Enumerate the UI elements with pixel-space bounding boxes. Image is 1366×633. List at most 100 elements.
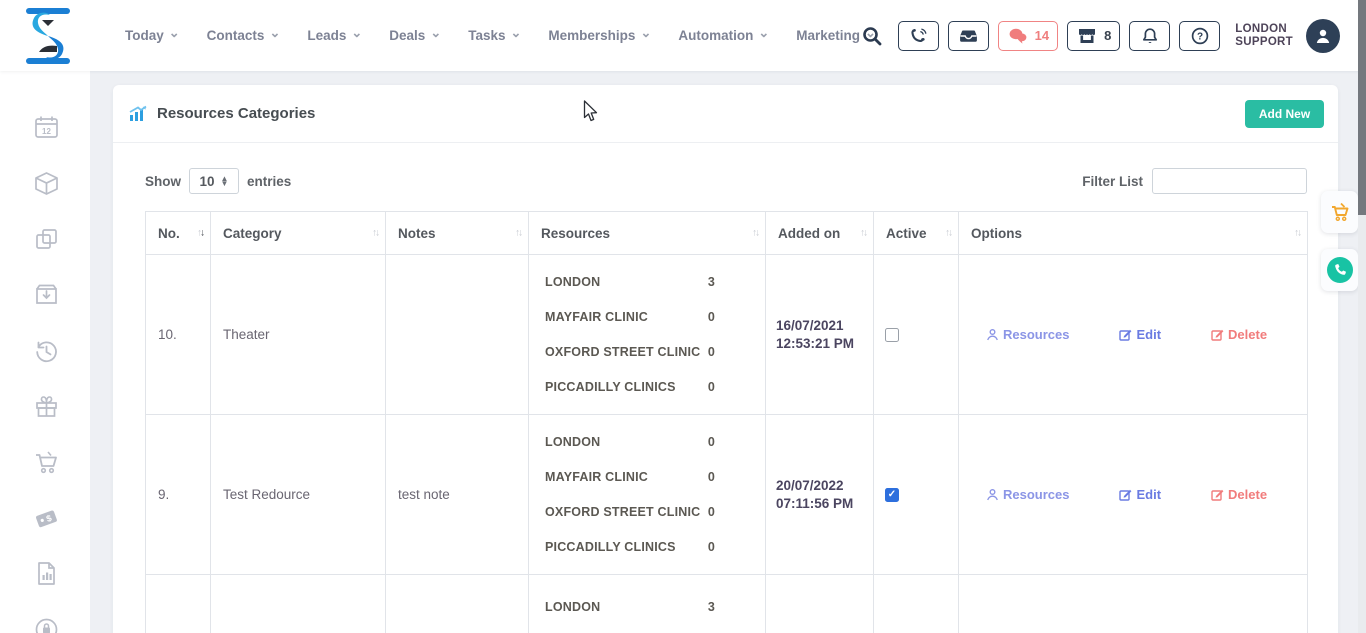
active-checkbox[interactable]	[885, 328, 899, 342]
person-icon	[986, 488, 999, 501]
user-avatar[interactable]	[1306, 19, 1340, 53]
resource-line: OXFORD STREET CLINIC0	[545, 495, 715, 530]
spinner-icon: ▲▼	[221, 176, 229, 186]
chevron-down-icon: ⌄	[430, 29, 441, 37]
resource-line: LONDON3	[545, 265, 715, 300]
edit-link[interactable]: Edit	[1119, 327, 1161, 342]
chart-icon	[128, 105, 148, 123]
table-row: 9. Test Redource test note LONDON0 MAYFA…	[146, 415, 1308, 575]
header-active[interactable]: Active↑↓	[874, 212, 959, 255]
phone-ring-icon	[908, 26, 928, 46]
chevron-down-icon: ⌄	[511, 29, 522, 37]
header-added-on[interactable]: Added on↑↓	[766, 212, 874, 255]
top-navbar: Today⌄ Contacts⌄ Leads⌄ Deals⌄ Tasks⌄ Me…	[0, 0, 1366, 71]
resource-line: MAYFAIR CLINIC0	[545, 624, 715, 633]
header-category[interactable]: Category↑↓	[211, 212, 386, 255]
delete-icon	[1211, 328, 1224, 341]
menu-today[interactable]: Today⌄	[125, 28, 180, 43]
cell-options: Resources Edit Delete	[959, 255, 1308, 415]
page-scrollbar[interactable]	[1358, 0, 1366, 633]
cell-added-on: 16/07/202112:53:21 PM	[766, 255, 874, 415]
inbox-icon	[958, 26, 979, 46]
table-row: LONDON3 MAYFAIR CLINIC0	[146, 575, 1308, 633]
chat-button[interactable]: 14	[998, 21, 1058, 51]
cell-no	[146, 575, 211, 633]
secure-icon[interactable]	[33, 616, 60, 633]
header-resources[interactable]: Resources↑↓	[529, 212, 766, 255]
quick-phone-button[interactable]	[1321, 249, 1358, 291]
calls-button[interactable]	[898, 21, 939, 51]
page-size-select[interactable]: 10 ▲▼	[189, 168, 239, 194]
svg-text:?: ?	[1197, 31, 1203, 42]
menu-automation[interactable]: Automation⌄	[678, 28, 769, 43]
cell-resources: LONDON3 MAYFAIR CLINIC0 OXFORD STREET CL…	[529, 255, 766, 415]
store-icon	[1076, 26, 1098, 46]
booking-icon[interactable]	[33, 281, 60, 308]
cell-category	[211, 575, 386, 633]
chat-count-badge: 14	[1035, 28, 1049, 43]
resource-line: MAYFAIR CLINIC0	[545, 300, 715, 335]
header-notes[interactable]: Notes↑↓	[386, 212, 529, 255]
delete-link[interactable]: Delete	[1211, 487, 1267, 502]
report-icon[interactable]	[33, 560, 60, 587]
cell-resources: LONDON3 MAYFAIR CLINIC0	[529, 575, 766, 633]
app-logo-icon[interactable]	[22, 6, 74, 66]
svg-text:12: 12	[42, 127, 51, 136]
package-icon[interactable]	[33, 170, 60, 197]
cell-notes	[386, 575, 529, 633]
main-menu: Today⌄ Contacts⌄ Leads⌄ Deals⌄ Tasks⌄ Me…	[125, 0, 934, 71]
delete-link[interactable]: Delete	[1211, 327, 1267, 342]
menu-contacts[interactable]: Contacts⌄	[207, 28, 281, 43]
entries-label: entries	[247, 174, 291, 189]
active-checkbox[interactable]: ✓	[885, 488, 899, 502]
person-icon	[986, 328, 999, 341]
help-button[interactable]: ?	[1179, 21, 1220, 51]
person-icon	[1313, 26, 1333, 46]
cart-icon[interactable]	[33, 449, 60, 476]
header-options[interactable]: Options↑↓	[959, 212, 1308, 255]
cell-active: ✓	[874, 415, 959, 575]
show-label: Show	[145, 174, 181, 189]
menu-memberships[interactable]: Memberships⌄	[548, 28, 651, 43]
cell-category: Test Redource	[211, 415, 386, 575]
header-no[interactable]: No.↑↓	[146, 212, 211, 255]
add-new-button[interactable]: Add New	[1245, 100, 1324, 128]
filter-input[interactable]	[1152, 168, 1307, 194]
cell-no: 9.	[146, 415, 211, 575]
history-icon[interactable]	[33, 338, 60, 365]
cell-active	[874, 575, 959, 633]
calendar-icon[interactable]: 12	[33, 114, 60, 141]
resource-line: PICCADILLY CLINICS0	[545, 530, 715, 565]
cell-category: Theater	[211, 255, 386, 415]
edit-icon	[1119, 488, 1132, 501]
search-icon[interactable]	[861, 25, 883, 47]
question-icon: ?	[1190, 26, 1210, 46]
menu-tasks[interactable]: Tasks⌄	[468, 28, 521, 43]
edit-link[interactable]: Edit	[1119, 487, 1161, 502]
delete-icon	[1211, 488, 1224, 501]
notifications-button[interactable]	[1129, 21, 1170, 51]
resource-line: PICCADILLY CLINICS0	[545, 370, 715, 405]
chat-bubbles-icon	[1007, 26, 1029, 46]
edit-icon	[1119, 328, 1132, 341]
quick-cart-button[interactable]	[1321, 191, 1358, 233]
gift-icon[interactable]	[33, 393, 60, 420]
menu-leads[interactable]: Leads⌄	[307, 28, 362, 43]
resource-line: LONDON0	[545, 425, 715, 460]
resource-line: OXFORD STREET CLINIC0	[545, 335, 715, 370]
chevron-down-icon: ⌄	[351, 29, 362, 37]
cell-notes: test note	[386, 415, 529, 575]
copy-icon[interactable]	[33, 226, 60, 253]
chevron-down-icon: ⌄	[640, 29, 651, 37]
resource-line: MAYFAIR CLINIC0	[545, 460, 715, 495]
chevron-down-icon: ⌄	[758, 29, 769, 37]
coupon-icon[interactable]: $	[33, 505, 60, 532]
cell-active	[874, 255, 959, 415]
chevron-down-icon: ⌄	[169, 29, 180, 37]
resources-link[interactable]: Resources	[986, 327, 1069, 342]
inbox-button[interactable]	[948, 21, 989, 51]
menu-deals[interactable]: Deals⌄	[389, 28, 441, 43]
scrollbar-thumb[interactable]	[1358, 0, 1366, 215]
store-button[interactable]: 8	[1067, 21, 1120, 51]
resources-link[interactable]: Resources	[986, 487, 1069, 502]
